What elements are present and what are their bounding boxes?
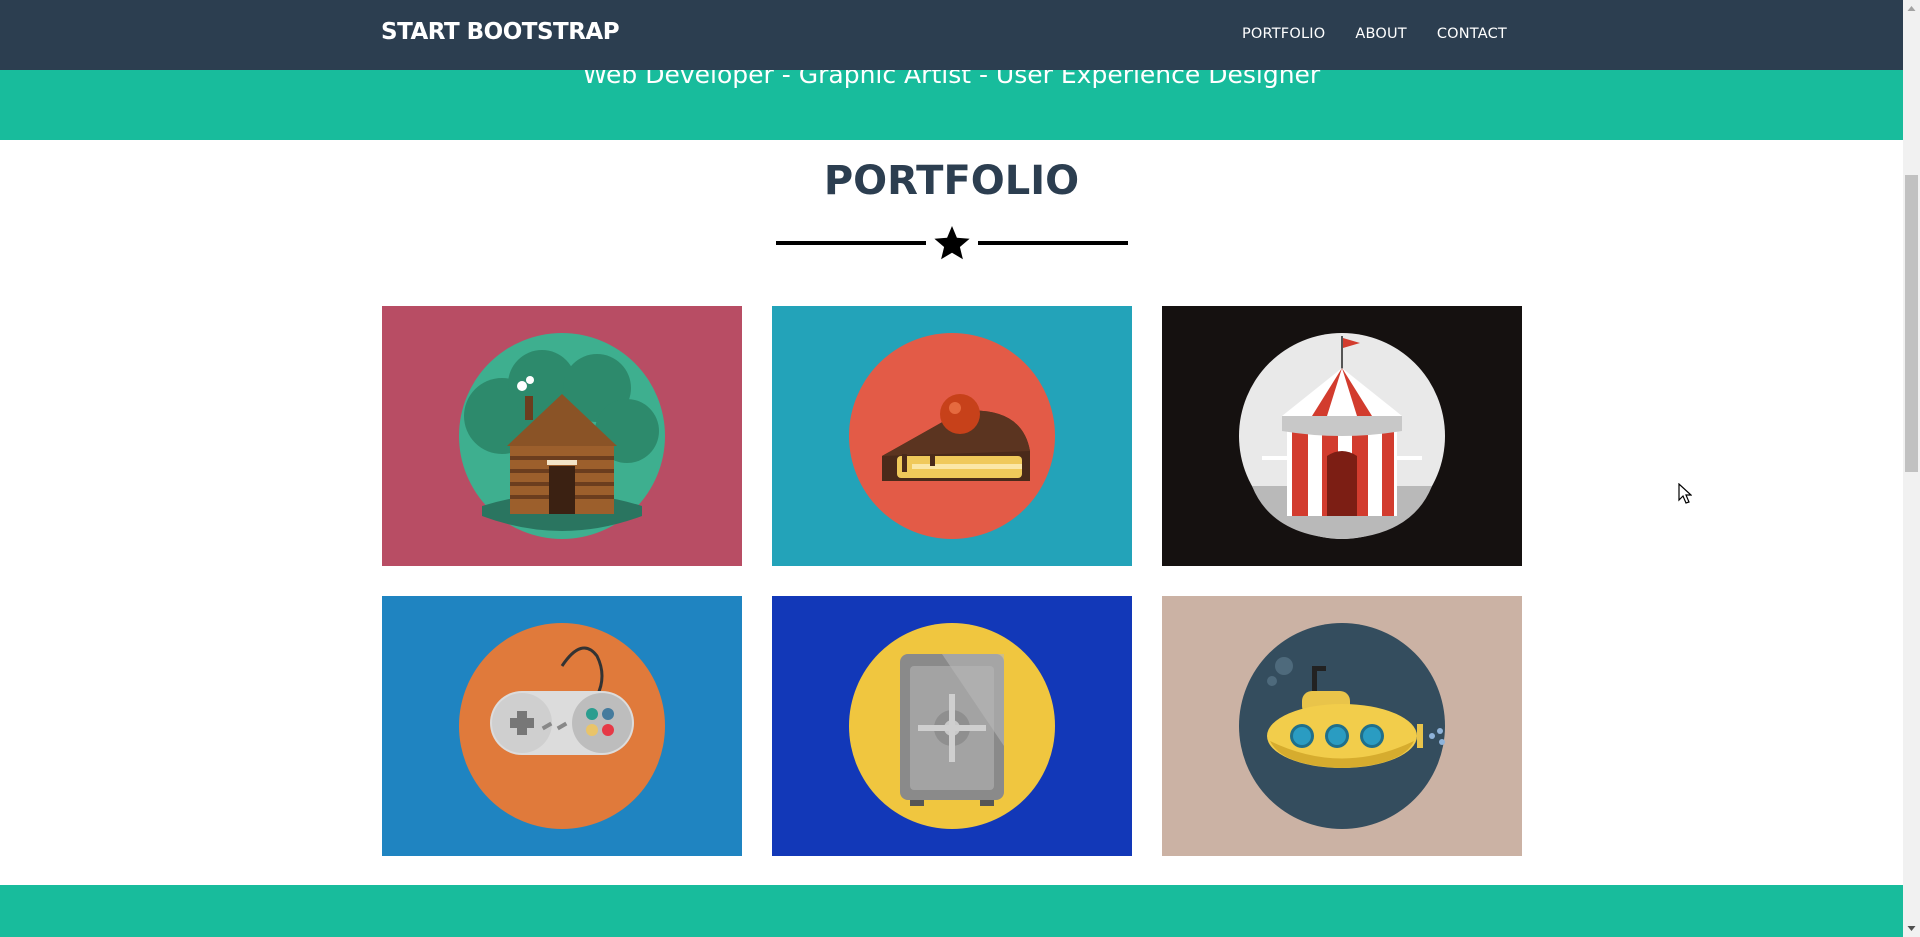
cake-icon bbox=[849, 333, 1055, 539]
about-section-top bbox=[0, 885, 1903, 937]
nav-links: PORTFOLIO ABOUT CONTACT bbox=[1212, 26, 1507, 42]
cabin-icon bbox=[459, 333, 665, 539]
portfolio-item-safe[interactable] bbox=[772, 596, 1132, 856]
circus-tent-icon bbox=[1239, 333, 1445, 539]
scroll-up-icon[interactable] bbox=[1903, 0, 1920, 17]
game-controller-icon bbox=[459, 623, 665, 829]
portfolio-item-game[interactable] bbox=[382, 596, 742, 856]
star-divider bbox=[776, 226, 1128, 260]
scrollbar-thumb[interactable] bbox=[1905, 175, 1918, 472]
portfolio-item-submarine[interactable] bbox=[1162, 596, 1522, 856]
portfolio-item-cake[interactable] bbox=[772, 306, 1132, 566]
page: Web Developer - Graphic Artist - User Ex… bbox=[0, 0, 1903, 937]
scroll-down-icon[interactable] bbox=[1903, 920, 1920, 937]
nav-link-about[interactable]: ABOUT bbox=[1355, 26, 1407, 42]
divider-line-left bbox=[776, 241, 926, 245]
nav-link-portfolio[interactable]: PORTFOLIO bbox=[1242, 26, 1325, 42]
mouse-cursor-icon bbox=[1678, 483, 1692, 504]
navbar-brand[interactable]: START BOOTSTRAP bbox=[381, 19, 620, 45]
navbar: START BOOTSTRAP PORTFOLIO ABOUT CONTACT bbox=[0, 0, 1903, 70]
submarine-icon bbox=[1239, 623, 1445, 829]
vertical-scrollbar[interactable] bbox=[1903, 0, 1920, 937]
portfolio-item-circus[interactable] bbox=[1162, 306, 1522, 566]
portfolio-title: PORTFOLIO bbox=[823, 158, 1080, 204]
divider-line-right bbox=[978, 241, 1128, 245]
safe-icon bbox=[849, 623, 1055, 829]
star-icon bbox=[934, 226, 970, 260]
portfolio-item-cabin[interactable] bbox=[382, 306, 742, 566]
nav-link-contact[interactable]: CONTACT bbox=[1437, 26, 1507, 42]
